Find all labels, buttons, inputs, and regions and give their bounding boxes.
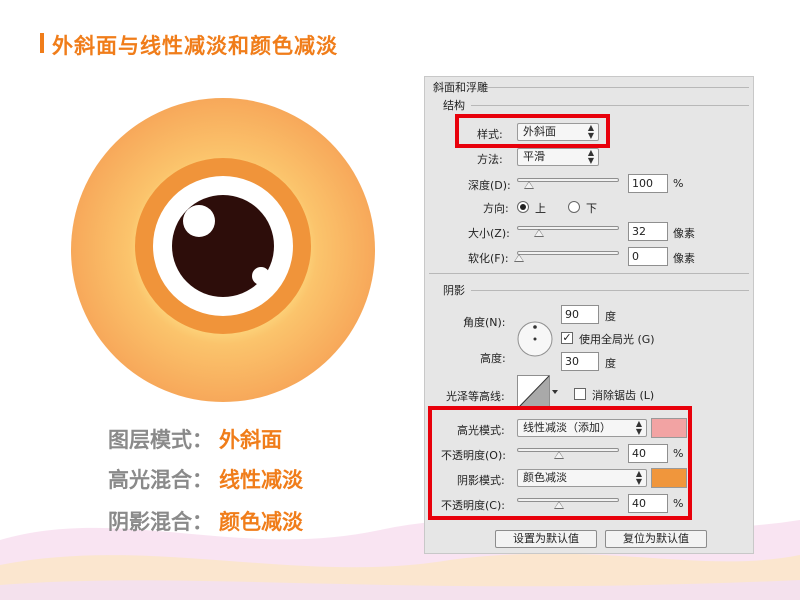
caption-value: 颜色减淡 xyxy=(219,510,303,534)
caption-value: 线性减淡 xyxy=(219,468,303,492)
angle-label: 角度(N): xyxy=(463,316,506,329)
direction-up-label: 上 xyxy=(535,202,546,215)
global-light-label: 使用全局光 (G) xyxy=(579,333,655,346)
soften-input[interactable]: 0 xyxy=(628,247,668,266)
make-default-button[interactable]: 设置为默认值 xyxy=(495,530,597,548)
caption-shadow-blend: 阴影混合： 颜色减淡 xyxy=(108,506,303,536)
angle-dial[interactable] xyxy=(517,321,553,357)
angle-input[interactable]: 90 xyxy=(561,305,599,324)
panel-header: 斜面和浮雕 xyxy=(433,81,488,94)
angle-unit: 度 xyxy=(605,310,616,323)
size-unit: 像素 xyxy=(673,227,695,240)
caption-label: 高光混合： xyxy=(108,468,213,492)
size-slider-track[interactable] xyxy=(517,226,619,230)
gloss-contour-picker[interactable] xyxy=(517,375,559,409)
technique-label: 方法: xyxy=(477,153,503,166)
style-highlight-box xyxy=(455,114,610,148)
shading-top-divider xyxy=(429,273,749,274)
soften-label: 软化(F): xyxy=(468,252,509,265)
antialias-checkbox[interactable] xyxy=(574,388,586,400)
technique-dropdown[interactable]: 平滑 ▲ ▼ xyxy=(517,148,599,166)
soften-slider-thumb[interactable] xyxy=(514,254,524,262)
soften-unit: 像素 xyxy=(673,252,695,265)
size-label: 大小(Z): xyxy=(468,227,510,240)
soften-slider-track[interactable] xyxy=(517,251,619,255)
depth-label: 深度(D): xyxy=(468,179,511,192)
caption-label: 图层模式： xyxy=(108,428,213,452)
depth-input[interactable]: 100 xyxy=(628,174,668,193)
caption-highlight-blend: 高光混合： 线性减淡 xyxy=(108,464,303,494)
direction-down-radio[interactable] xyxy=(568,201,580,213)
global-light-checkbox[interactable]: ✓ xyxy=(561,332,573,344)
technique-dropdown-value: 平滑 xyxy=(523,150,545,163)
updown-arrows-icon: ▲ ▼ xyxy=(587,148,594,165)
title-accent-bar xyxy=(40,33,44,53)
structure-divider xyxy=(471,105,749,106)
caption-value: 外斜面 xyxy=(219,428,282,452)
blend-highlight-box xyxy=(428,406,692,520)
depth-slider-thumb[interactable] xyxy=(524,181,534,189)
structure-heading: 结构 xyxy=(443,99,465,112)
eye-illustration xyxy=(71,98,375,402)
page-title: 外斜面与线性减淡和颜色减淡 xyxy=(52,34,338,58)
depth-unit: % xyxy=(673,177,684,190)
reset-default-button[interactable]: 复位为默认值 xyxy=(605,530,707,548)
caption-label: 阴影混合： xyxy=(108,510,213,534)
size-input[interactable]: 32 xyxy=(628,222,668,241)
direction-up-radio[interactable] xyxy=(517,201,529,213)
direction-label: 方向: xyxy=(483,202,509,215)
altitude-input[interactable]: 30 xyxy=(561,352,599,371)
direction-down-label: 下 xyxy=(586,202,597,215)
gloss-contour-label: 光泽等高线: xyxy=(446,390,505,403)
size-slider-thumb[interactable] xyxy=(534,229,544,237)
shading-heading: 阴影 xyxy=(443,284,465,297)
altitude-label: 高度: xyxy=(480,352,506,365)
shading-divider xyxy=(471,290,749,291)
altitude-unit: 度 xyxy=(605,357,616,370)
antialias-label: 消除锯齿 (L) xyxy=(592,389,655,402)
caption-layer-mode: 图层模式： 外斜面 xyxy=(108,424,282,454)
header-divider xyxy=(485,87,749,88)
